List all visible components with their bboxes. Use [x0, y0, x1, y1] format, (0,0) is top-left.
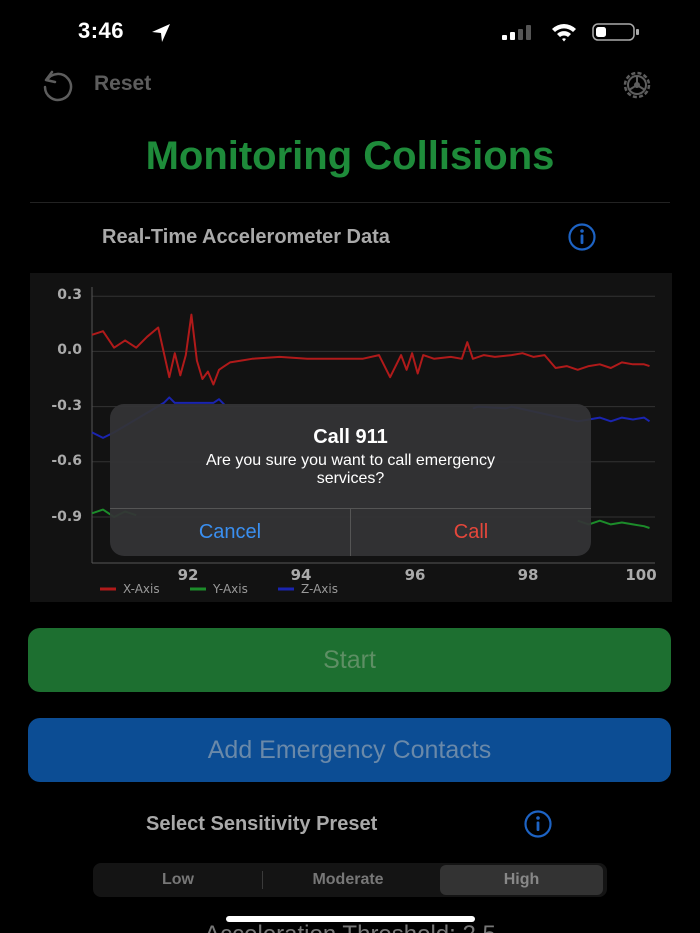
accelerometer-section-title: Real-Time Accelerometer Data — [102, 226, 390, 248]
segment-separator — [262, 871, 263, 889]
y-tick-label: -0.9 — [51, 509, 82, 525]
chart-legend: X-Axis Y-Axis Z-Axis — [100, 582, 338, 596]
alert-call-button[interactable]: Call — [351, 509, 591, 556]
legend-label-x: X-Axis — [123, 582, 160, 596]
add-emergency-contacts-button[interactable]: Add Emergency Contacts — [28, 718, 671, 782]
accelerometer-info-icon[interactable] — [567, 222, 597, 252]
legend-label-z: Z-Axis — [301, 582, 338, 596]
cellular-signal-icon — [502, 25, 531, 40]
alert-title: Call 911 — [313, 426, 388, 448]
reset-icon[interactable] — [38, 68, 76, 102]
y-tick-label: -0.3 — [51, 398, 82, 414]
location-arrow-icon — [152, 24, 170, 42]
alert-message: Are you sure you want to call emergency … — [205, 452, 496, 487]
divider — [30, 202, 670, 203]
sensitivity-segmented-control: High Low Moderate — [93, 863, 607, 897]
sensitivity-info-icon[interactable] — [523, 809, 553, 839]
x-tick-label: 92 — [178, 566, 199, 584]
x-tick-label: 98 — [518, 566, 539, 584]
home-indicator — [226, 916, 475, 922]
start-button[interactable]: Start — [28, 628, 671, 692]
x-tick-label: 100 — [625, 566, 656, 584]
y-tick-label: -0.6 — [51, 453, 82, 469]
wifi-icon — [552, 24, 576, 42]
legend-label-y: Y-Axis — [212, 582, 248, 596]
gear-icon[interactable] — [616, 68, 658, 102]
page-title: Monitoring Collisions — [145, 134, 555, 178]
sensitivity-option-low[interactable]: Low — [95, 865, 261, 895]
x-tick-label: 96 — [405, 566, 426, 584]
alert-cancel-button[interactable]: Cancel — [110, 509, 350, 556]
y-tick-label: 0.3 — [57, 287, 82, 303]
sensitivity-section-title: Select Sensitivity Preset — [146, 813, 378, 835]
call-911-alert: Call 911 Are you sure you want to call e… — [110, 404, 591, 556]
y-tick-label: 0.0 — [57, 342, 82, 358]
sensitivity-option-moderate[interactable]: Moderate — [265, 865, 431, 895]
battery-icon — [592, 23, 639, 41]
sensitivity-option-high[interactable]: High — [440, 865, 603, 895]
reset-button[interactable]: Reset — [94, 72, 151, 96]
status-bar: 3:46 — [0, 0, 700, 60]
status-time: 3:46 — [78, 18, 125, 43]
series-line-x-axis — [91, 313, 650, 386]
